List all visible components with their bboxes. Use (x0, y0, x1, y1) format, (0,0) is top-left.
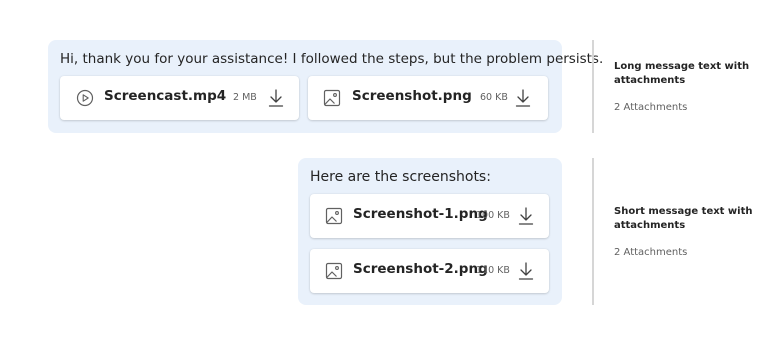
attachment-name: Screencast.mp4 (104, 88, 227, 104)
attachment-size: 100 KB (476, 210, 510, 221)
message-bubble-short: Here are the screenshots: Screenshot-1.p… (298, 158, 562, 305)
download-icon[interactable] (513, 87, 533, 109)
attachment-size: 110 KB (476, 265, 510, 276)
message-text: Hi, thank you for your assistance! I fol… (60, 51, 604, 67)
annotation-subtitle: 2 Attachments (614, 102, 688, 113)
attachment-size: 60 KB (480, 92, 508, 103)
download-icon[interactable] (266, 87, 286, 109)
attachment-name: Screenshot-2.png (353, 261, 488, 277)
download-icon[interactable] (516, 205, 536, 227)
attachment-card[interactable]: Screenshot.png 60 KB (308, 76, 548, 120)
attachment-card[interactable]: Screenshot-2.png 110 KB (310, 249, 549, 293)
play-icon (76, 89, 94, 107)
annotation-divider (592, 158, 594, 305)
attachment-size: 2 MB (233, 92, 257, 103)
attachment-card[interactable]: Screenshot-1.png 100 KB (310, 194, 549, 238)
annotation-title: Short message text with attachments (614, 206, 753, 231)
attachment-card[interactable]: Screencast.mp4 2 MB (60, 76, 299, 120)
message-text: Here are the screenshots: (310, 169, 491, 185)
download-icon[interactable] (516, 260, 536, 282)
annotation-divider (592, 40, 594, 133)
message-bubble-long: Hi, thank you for your assistance! I fol… (48, 40, 603, 133)
image-icon (325, 262, 343, 280)
attachment-name: Screenshot-1.png (353, 206, 488, 222)
attachment-name: Screenshot.png (352, 88, 472, 104)
annotation-title: Long message text with attachments (614, 61, 750, 86)
image-icon (325, 207, 343, 225)
image-icon (323, 89, 341, 107)
annotation-subtitle: 2 Attachments (614, 247, 688, 258)
